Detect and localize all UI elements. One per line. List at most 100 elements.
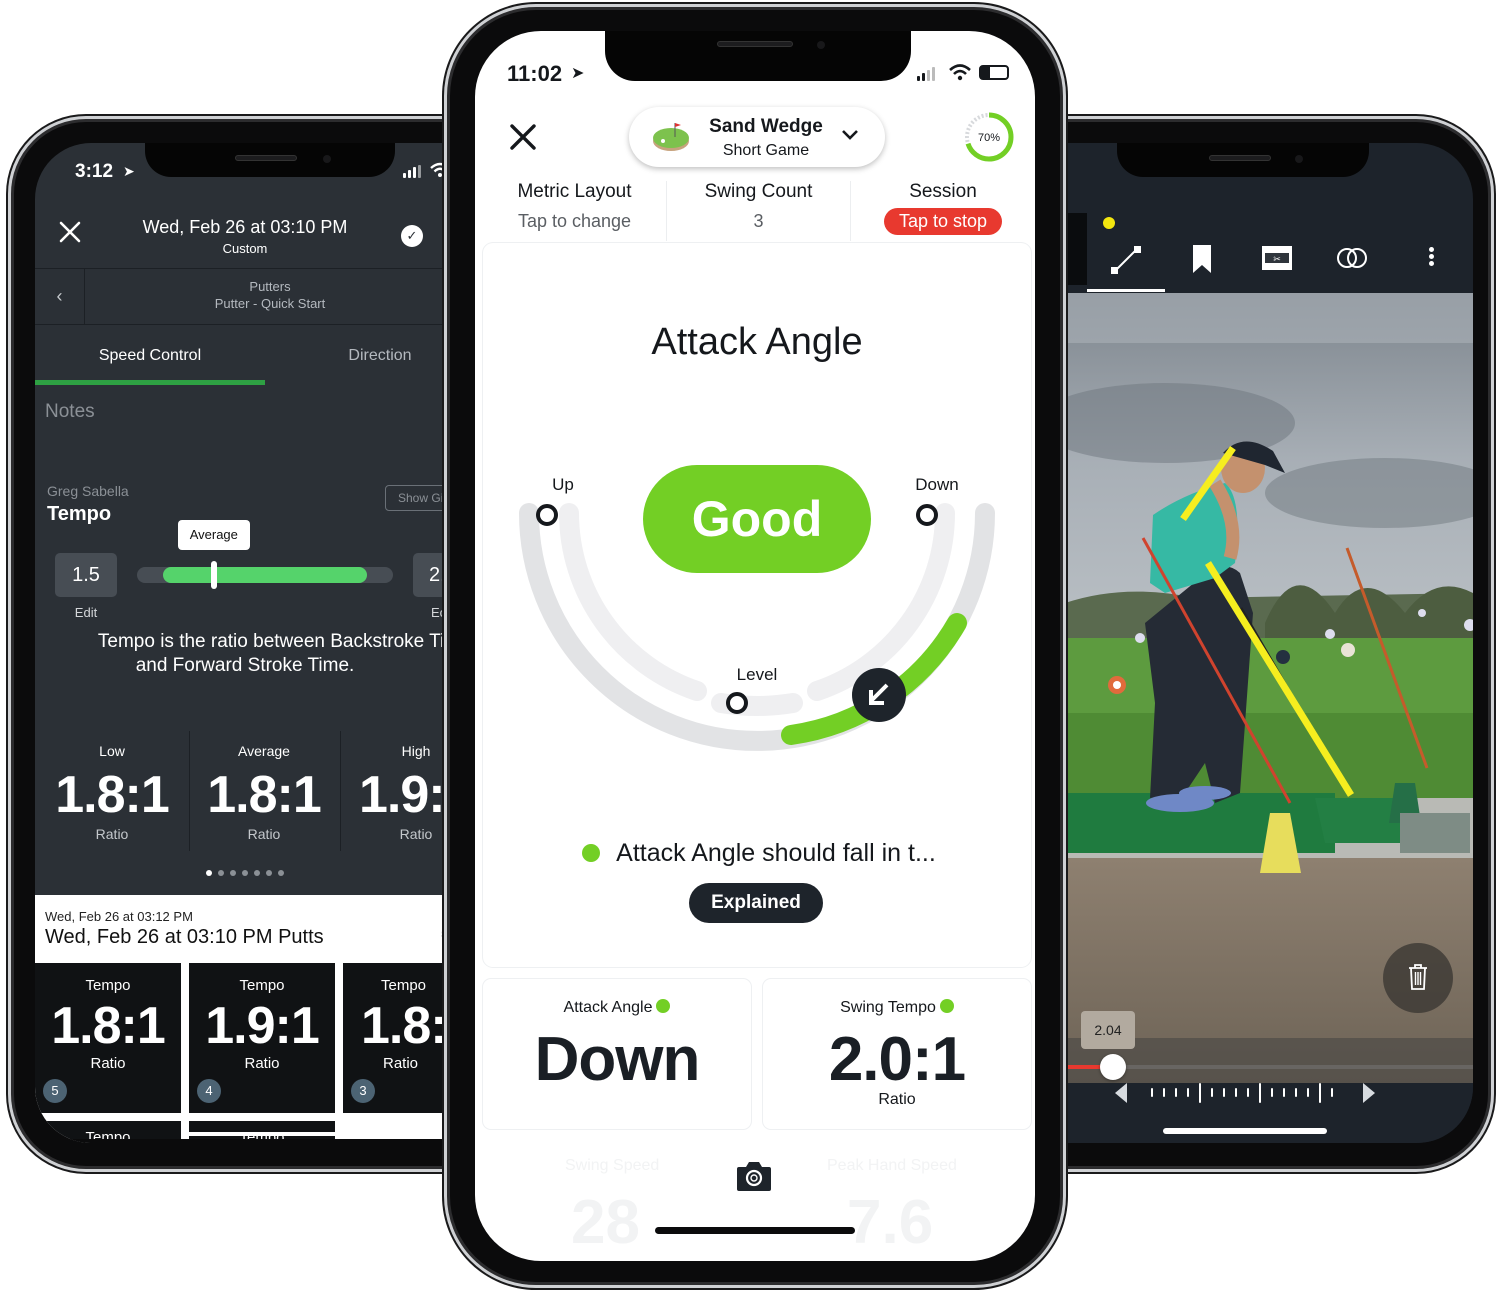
metric-layout-button[interactable]: Metric Layout Tap to change [483,181,667,241]
average-marker-handle[interactable] [210,561,217,589]
summary-low: Low 1.8:1 Ratio [37,743,187,842]
status-dot [656,999,671,1013]
frame-tick [1187,1088,1189,1097]
rating-badge: Good [643,465,871,573]
ghost-card-label: Swing Speed [565,1157,660,1174]
page-dot[interactable] [278,870,284,876]
notch [145,143,395,177]
club-category: Short Game [722,142,810,159]
swing-tile[interactable]: Tempo 1.8: Ratio 3 [343,963,455,1113]
trash-icon [1409,964,1427,990]
description-line-2: and Forward Stroke Time. [135,655,355,676]
video-toolbar: ✂ [1065,203,1473,293]
frame-ruler[interactable] [1151,1083,1351,1103]
more-icon[interactable] [1429,247,1435,266]
bookmark-icon[interactable] [1191,243,1213,275]
line-tool-icon[interactable] [1109,243,1143,277]
signal-icon [403,165,421,178]
summary-unit: Ratio [399,826,433,843]
camera-icon[interactable] [735,1159,773,1193]
breadcrumb: ‹ Putters Putter - Quick Start [35,269,455,325]
summary-label: High [401,743,431,759]
scrubber-knob[interactable] [1099,1054,1126,1080]
playback-scrubber[interactable] [1065,1054,1473,1080]
active-tool-indicator [1087,289,1165,292]
range-min-value[interactable]: 1.5 [55,553,117,597]
session-title: Wed, Feb 26 at 03:10 PM [142,217,348,237]
next-frame-icon[interactable] [1363,1083,1375,1103]
status-time: 11:02 [507,61,563,86]
tab-direction[interactable]: Direction [305,347,455,365]
annotation-color-dot[interactable] [1103,217,1115,229]
page-dot[interactable] [218,870,224,876]
hint-row[interactable]: Attack Angle should fall in t... [483,839,1031,868]
delete-button[interactable] [1383,943,1453,1013]
session-row[interactable]: Wed, Feb 26 at 03:12 PM Wed, Feb 26 at 0… [35,895,455,961]
page-indicator[interactable] [35,870,455,876]
status-time: 3:12 [75,161,114,182]
tab-speed-control[interactable]: Speed Control [35,347,265,365]
playback-timestamp: 2.04 [1081,1011,1135,1049]
page-dot[interactable] [254,870,260,876]
frame-tick [1307,1088,1309,1097]
club-selector[interactable]: Sand Wedge Short Game [629,107,885,167]
stat-heading: Metric Layout [517,181,632,202]
page-dot[interactable] [242,870,248,876]
tile-label: Tempo [85,977,131,994]
stop-session-button[interactable]: Tap to stop [883,208,1003,235]
frame-tick [1283,1088,1285,1097]
summary-average: Average 1.8:1 Ratio [189,743,339,842]
explained-button[interactable]: Explained [689,883,823,923]
swing-number-badge: 3 [351,1079,375,1103]
previous-frame-icon[interactable] [1115,1083,1127,1103]
horizontal-scrollbar[interactable] [185,1132,345,1136]
wifi-icon [949,64,971,81]
summary-label: Low [99,743,125,759]
trim-video-icon[interactable]: ✂ [1261,245,1293,271]
page-dot[interactable] [206,870,212,876]
tile-value: 1.8: [361,997,448,1055]
tile-value: 1.9:1 [205,997,320,1055]
summary-unit: Ratio [247,826,281,843]
page-dot[interactable] [266,870,272,876]
frame-tick [1295,1088,1297,1097]
location-arrow-icon: ➤ [123,163,135,179]
frame-tick [1223,1088,1225,1097]
swing-number-badge: 5 [43,1079,67,1103]
session-progress-ring: 70% [964,112,1014,162]
ghost-card-label: Peak Hand Speed [827,1157,957,1174]
close-icon[interactable] [509,123,537,151]
swing-tempo-metric-card[interactable]: Swing Tempo 2.0:1 Ratio [763,979,1031,1129]
summary-label: Average [238,743,290,759]
swing-tile[interactable]: Tempo 1.9:1 Ratio 4 [189,963,339,1113]
description-line-1: Tempo is the ratio between Backstroke Ti… [97,631,455,652]
confirm-check-icon[interactable]: ✓ [401,225,423,247]
summary-high: High 1.9: Ratio [341,743,455,842]
session-control: Session Tap to stop [851,181,1035,241]
up-marker [536,504,558,526]
active-tab-indicator [35,380,265,385]
breadcrumb-preset[interactable]: Putter - Quick Start [85,296,455,311]
session-header: Wed, Feb 26 at 03:10 PM Custom ✓ [35,203,455,269]
ghost-card-value: 28 [571,1188,640,1257]
swing-video-frame[interactable]: 2.04 [1065,293,1473,1083]
summary-value: 1.9: [359,766,446,824]
range-slider-track[interactable] [137,561,393,589]
frame-tick [1151,1088,1153,1097]
notes-input[interactable]: Notes [45,401,95,423]
card-label: Swing Tempo [840,999,936,1016]
phone-center: 11:02 ➤ Sand Wedge Short Game 70% Metric… [444,4,1066,1288]
overlay-compare-icon[interactable] [1335,247,1369,269]
page-dot[interactable] [230,870,236,876]
frame-tick [1259,1083,1261,1103]
edit-min-button[interactable]: Edit [55,605,117,620]
frame-tick [1319,1083,1321,1103]
center-screen: 11:02 ➤ Sand Wedge Short Game 70% Metric… [475,31,1035,1261]
tile-value: 1.8:1 [51,997,166,1055]
attack-angle-metric-card[interactable]: Attack Angle Down [483,979,751,1129]
gauge-label-down: Down [915,475,959,494]
signal-icon [917,67,935,81]
frame-tick [1271,1088,1273,1097]
back-chevron-icon[interactable]: ‹ [35,269,85,325]
swing-tile[interactable]: Tempo 1.8:1 Ratio 5 [35,963,185,1113]
